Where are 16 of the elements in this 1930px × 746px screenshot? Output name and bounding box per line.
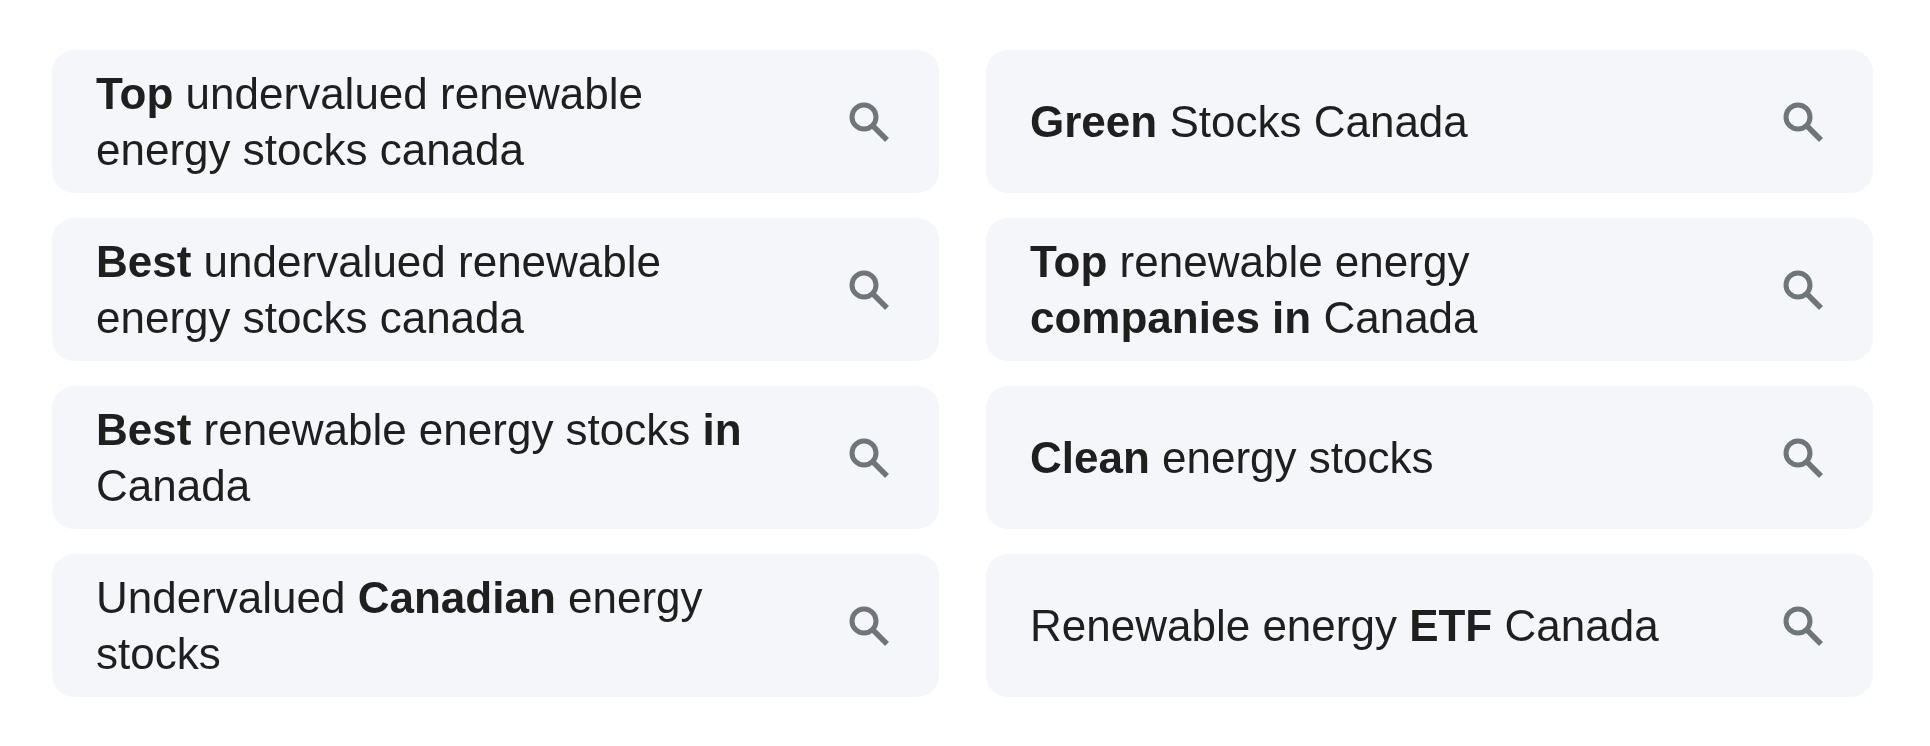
search-icon	[849, 605, 889, 646]
related-search-link[interactable]: Renewable energy ETF Canada	[986, 554, 1873, 697]
related-search-link[interactable]: Top undervalued renewable energy stocks canada	[52, 50, 939, 193]
related-search-link[interactable]: Clean energy stocks	[986, 386, 1873, 529]
search-icon	[1783, 269, 1823, 310]
related-search-link[interactable]: Top renewable energy companies in Canada	[986, 218, 1873, 361]
related-search-link[interactable]: Green Stocks Canada	[986, 50, 1873, 193]
search-icon	[849, 101, 889, 142]
search-icon	[849, 269, 889, 310]
search-icon	[849, 437, 889, 478]
search-icon	[1783, 605, 1823, 646]
search-icon	[1783, 437, 1823, 478]
related-search-link[interactable]: Best renewable energy stocks in Canada	[52, 386, 939, 529]
related-search-link[interactable]: Undervalued Canadian energy stocks	[52, 554, 939, 697]
related-search-link[interactable]: Best undervalued renewable energy stocks canada	[52, 218, 939, 361]
search-icon	[1783, 101, 1823, 142]
